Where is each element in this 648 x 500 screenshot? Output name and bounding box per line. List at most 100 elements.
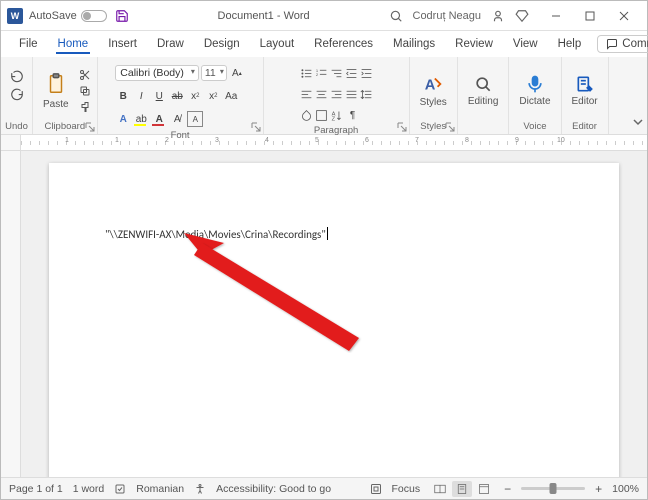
editor-button[interactable]: Editor [568,72,602,109]
align-left-icon[interactable] [300,88,313,101]
numbering-icon[interactable]: 12 [315,67,328,80]
title-bar: W AutoSave Document1 - Word Codruț Neagu [1,1,647,31]
print-layout-icon[interactable] [452,481,472,497]
diamond-icon[interactable] [515,9,529,23]
horizontal-ruler[interactable]: 112345678910 [1,135,647,151]
read-mode-icon[interactable] [430,481,450,497]
collapse-ribbon-icon[interactable] [633,117,643,130]
show-hide-marks-button[interactable]: ¶ [345,107,361,123]
superscript-button[interactable]: x2 [205,88,221,104]
subscript-button[interactable]: x2 [187,88,203,104]
paste-label: Paste [43,99,69,110]
bold-button[interactable]: B [115,88,131,104]
tab-review[interactable]: Review [447,34,501,54]
styles-button[interactable]: A Styles [416,71,451,110]
minimize-button[interactable] [539,2,573,30]
format-painter-icon[interactable] [79,101,91,113]
zoom-slider[interactable] [521,487,585,490]
vertical-ruler[interactable] [1,151,21,477]
tab-home[interactable]: Home [50,34,97,54]
comments-button[interactable]: Comments ⌵ [597,35,648,53]
shading-icon[interactable] [300,109,313,122]
italic-button[interactable]: I [133,88,149,104]
editing-button[interactable]: Editing [464,72,503,109]
menu-bar: File Home Insert Draw Design Layout Refe… [1,31,647,57]
undo-icon[interactable] [10,69,24,83]
cut-icon[interactable] [79,69,91,81]
word-count[interactable]: 1 word [73,483,105,495]
multilevel-list-icon[interactable] [330,67,343,80]
dialog-launcher-icon[interactable] [251,122,261,132]
align-right-icon[interactable] [330,88,343,101]
page[interactable]: "\\ZENWIFI-AX\Media\Movies\Crina\Recordi… [49,163,619,477]
dialog-launcher-icon[interactable] [445,122,455,132]
dialog-launcher-icon[interactable] [397,122,407,132]
editor-label: Editor [572,96,598,107]
styles-group-label: Styles [420,121,446,132]
voice-group-label: Voice [523,121,546,132]
save-icon[interactable] [115,9,129,23]
zoom-out-button[interactable]: − [504,482,511,496]
focus-label[interactable]: Focus [392,483,421,495]
clear-formatting-button[interactable]: A̸ [169,111,185,127]
autosave-toggle[interactable]: AutoSave [29,10,107,22]
tab-design[interactable]: Design [196,34,248,54]
accessibility-status[interactable]: Accessibility: Good to go [216,483,331,495]
font-size-select[interactable]: 11 [201,65,227,81]
username[interactable]: Codruț Neagu [413,10,482,22]
decrease-indent-icon[interactable] [345,67,358,80]
word-logo-icon: W [7,8,23,24]
user-avatar-icon[interactable] [491,9,505,23]
text-effects-button[interactable]: A [115,111,131,127]
tab-view[interactable]: View [505,34,546,54]
highlight-button[interactable]: ab [133,111,149,127]
zoom-level[interactable]: 100% [612,483,639,495]
annotation-arrow-icon [184,233,364,353]
styles-label: Styles [420,97,447,108]
tab-draw[interactable]: Draw [149,34,192,54]
character-border-button[interactable]: A [187,111,203,127]
justify-icon[interactable] [345,88,358,101]
change-case-button[interactable]: Aa [223,88,239,104]
toggle-icon[interactable] [81,10,107,22]
bullets-icon[interactable] [300,67,313,80]
tab-insert[interactable]: Insert [100,34,145,54]
increase-indent-icon[interactable] [360,67,373,80]
clipboard-group-label: Clipboard [44,121,85,132]
search-icon[interactable] [389,9,403,23]
underline-button[interactable]: U [151,88,167,104]
svg-text:Z: Z [331,116,335,122]
document-text[interactable]: "\\ZENWIFI-AX\Media\Movies\Crina\Recordi… [105,228,326,241]
focus-mode-icon[interactable] [370,483,382,495]
zoom-in-button[interactable]: + [595,482,602,496]
copy-icon[interactable] [79,85,91,97]
paste-button[interactable]: Paste [39,69,73,112]
redo-icon[interactable] [10,87,24,101]
sort-icon[interactable]: AZ [330,109,343,122]
dialog-launcher-icon[interactable] [85,122,95,132]
ribbon: Undo Paste Clipboard Calibri (Body) 11 A… [1,57,647,135]
line-spacing-icon[interactable] [360,88,373,101]
dictate-label: Dictate [519,96,550,107]
close-button[interactable] [607,2,641,30]
align-center-icon[interactable] [315,88,328,101]
tab-layout[interactable]: Layout [252,34,303,54]
page-status[interactable]: Page 1 of 1 [9,483,63,495]
font-color-button[interactable]: A [151,111,167,127]
tab-mailings[interactable]: Mailings [385,34,443,54]
web-layout-icon[interactable] [474,481,494,497]
strikethrough-button[interactable]: ab [169,88,185,104]
language-status[interactable]: Romanian [136,483,184,495]
undo-group-label: Undo [5,121,28,132]
maximize-button[interactable] [573,2,607,30]
accessibility-icon[interactable] [194,483,206,495]
dictate-button[interactable]: Dictate [515,72,554,109]
tab-references[interactable]: References [306,34,381,54]
increase-font-icon[interactable]: A▴ [229,65,245,81]
editing-label: Editing [468,96,499,107]
spellcheck-icon[interactable] [114,483,126,495]
borders-icon[interactable] [315,109,328,122]
tab-help[interactable]: Help [550,34,590,54]
tab-file[interactable]: File [11,34,46,54]
font-name-select[interactable]: Calibri (Body) [115,65,199,81]
